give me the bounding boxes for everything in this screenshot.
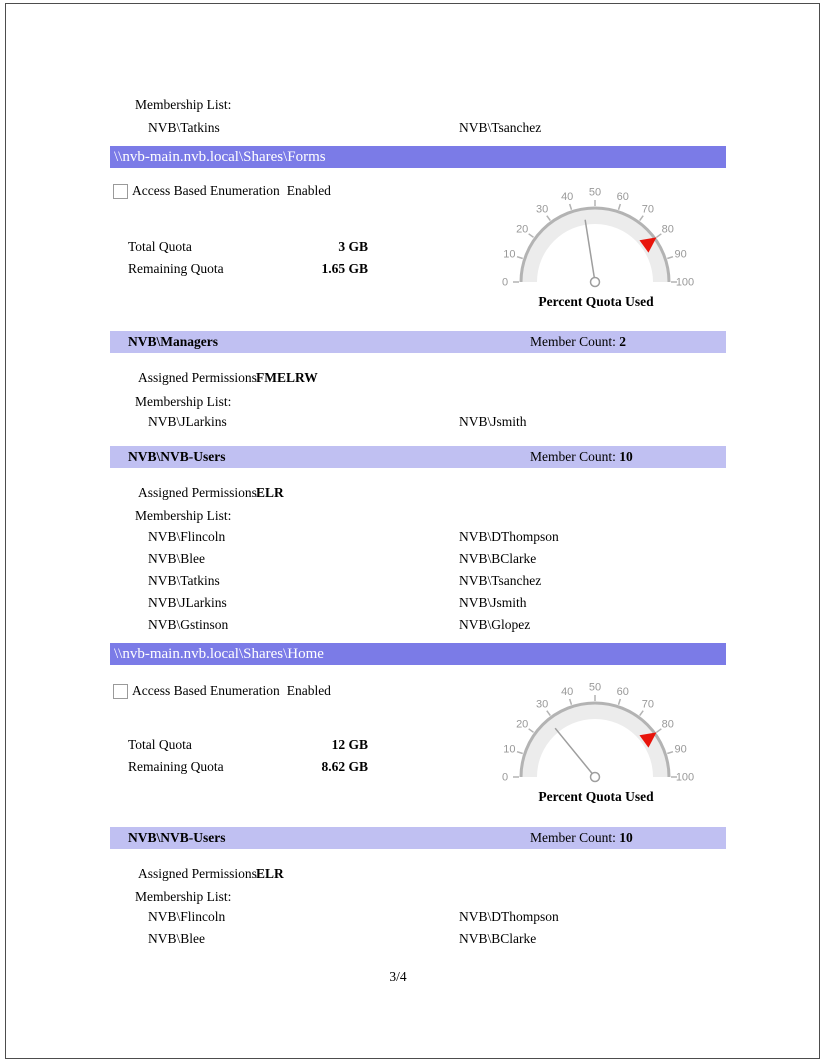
abe-row: Access Based Enumeration Enabled <box>132 683 331 698</box>
member-name: NVB\Tsanchez <box>459 120 542 135</box>
remaining-quota-value: 8.62 GB <box>321 759 368 774</box>
member-name: NVB\Jsmith <box>459 595 527 610</box>
svg-text:0: 0 <box>502 277 508 289</box>
share-header-home: \\nvb-main.nvb.local\Shares\Home <box>110 643 726 665</box>
svg-text:60: 60 <box>617 191 629 203</box>
member-name: NVB\Tatkins <box>148 120 220 135</box>
member-name: NVB\Blee <box>148 931 205 946</box>
share-path: \\nvb-main.nvb.local\Shares\Forms <box>114 149 326 165</box>
abe-checkbox[interactable] <box>113 184 128 199</box>
svg-text:50: 50 <box>589 187 601 199</box>
member-name: NVB\DThompson <box>459 529 559 544</box>
member-name: NVB\BClarke <box>459 551 537 566</box>
svg-text:40: 40 <box>561 191 573 203</box>
member-count: Member Count: 10 <box>530 830 633 845</box>
group-header: NVB\NVB-Users Member Count: 10 <box>110 827 726 849</box>
svg-text:100: 100 <box>676 772 694 784</box>
svg-text:10: 10 <box>503 249 515 261</box>
member-name: NVB\Flincoln <box>148 909 226 924</box>
remaining-quota-label: Remaining Quota <box>128 759 224 774</box>
abe-state: Enabled <box>286 183 331 198</box>
group-name: NVB\NVB-Users <box>128 830 226 845</box>
remaining-quota-value: 1.65 GB <box>321 261 368 276</box>
member-name: NVB\Flincoln <box>148 529 226 544</box>
page-number: 3/4 <box>389 969 407 984</box>
total-quota-value: 12 GB <box>331 737 368 752</box>
gauge-title: Percent Quota Used <box>538 789 654 804</box>
abe-row: Access Based Enumeration Enabled <box>132 183 331 198</box>
member-name: NVB\JLarkins <box>148 595 227 610</box>
member-name: NVB\Blee <box>148 551 205 566</box>
assigned-permissions-label: Assigned Permissions <box>138 485 257 500</box>
membership-list-label: Membership List: <box>135 889 232 904</box>
svg-text:80: 80 <box>662 719 674 731</box>
abe-label: Access Based Enumeration <box>132 683 280 698</box>
svg-text:40: 40 <box>561 686 573 698</box>
member-name: NVB\BClarke <box>459 931 537 946</box>
member-name: NVB\Tsanchez <box>459 573 542 588</box>
assigned-permissions-label: Assigned Permissions <box>138 866 257 881</box>
svg-text:80: 80 <box>662 224 674 236</box>
member-name: NVB\Glopez <box>459 617 531 632</box>
svg-text:70: 70 <box>642 699 654 711</box>
svg-text:30: 30 <box>536 699 548 711</box>
total-quota-label: Total Quota <box>128 737 192 752</box>
gauge-title: Percent Quota Used <box>538 294 654 309</box>
member-name: NVB\JLarkins <box>148 414 227 429</box>
member-name: NVB\Tatkins <box>148 573 220 588</box>
group-name: NVB\Managers <box>128 334 218 349</box>
report-page: Membership List: NVB\Tatkins NVB\Tsanche… <box>0 0 826 1064</box>
member-count-value: 10 <box>619 830 633 845</box>
group-header: NVB\Managers Member Count: 2 <box>110 331 726 353</box>
quota-gauge-chart: 0 10 20 30 40 50 60 70 80 90 100 <box>502 682 694 784</box>
membership-list-label: Membership List: <box>135 97 232 112</box>
member-name: NVB\Gstinson <box>148 617 229 632</box>
share-path: \\nvb-main.nvb.local\Shares\Home <box>114 646 324 662</box>
svg-text:90: 90 <box>674 249 686 261</box>
svg-text:20: 20 <box>516 719 528 731</box>
abe-checkbox[interactable] <box>113 684 128 699</box>
svg-text:100: 100 <box>676 277 694 289</box>
assigned-permissions-label: Assigned Permissions <box>138 370 257 385</box>
assigned-permissions-value: ELR <box>256 866 284 881</box>
member-count-value: 2 <box>619 334 626 349</box>
membership-list-label: Membership List: <box>135 394 232 409</box>
svg-text:30: 30 <box>536 204 548 216</box>
total-quota-value: 3 GB <box>338 239 368 254</box>
member-count: Member Count: 10 <box>530 449 633 464</box>
group-name: NVB\NVB-Users <box>128 449 226 464</box>
svg-text:70: 70 <box>642 204 654 216</box>
membership-list-label: Membership List: <box>135 508 232 523</box>
share-header-forms: \\nvb-main.nvb.local\Shares\Forms <box>110 146 726 168</box>
svg-text:10: 10 <box>503 744 515 756</box>
total-quota-label: Total Quota <box>128 239 192 254</box>
group-header: NVB\NVB-Users Member Count: 10 <box>110 446 726 468</box>
assigned-permissions-value: ELR <box>256 485 284 500</box>
assigned-permissions-value: FMELRW <box>256 370 318 385</box>
abe-state: Enabled <box>286 683 331 698</box>
svg-text:90: 90 <box>674 744 686 756</box>
member-name: NVB\DThompson <box>459 909 559 924</box>
svg-text:50: 50 <box>589 682 601 694</box>
quota-gauge-chart: 0 10 20 30 40 50 60 70 80 90 100 <box>502 187 694 289</box>
svg-text:0: 0 <box>502 772 508 784</box>
svg-text:60: 60 <box>617 686 629 698</box>
abe-label: Access Based Enumeration <box>132 183 280 198</box>
member-name: NVB\Jsmith <box>459 414 527 429</box>
member-count: Member Count: 2 <box>530 334 626 349</box>
member-count-value: 10 <box>619 449 633 464</box>
remaining-quota-label: Remaining Quota <box>128 261 224 276</box>
svg-text:20: 20 <box>516 224 528 236</box>
